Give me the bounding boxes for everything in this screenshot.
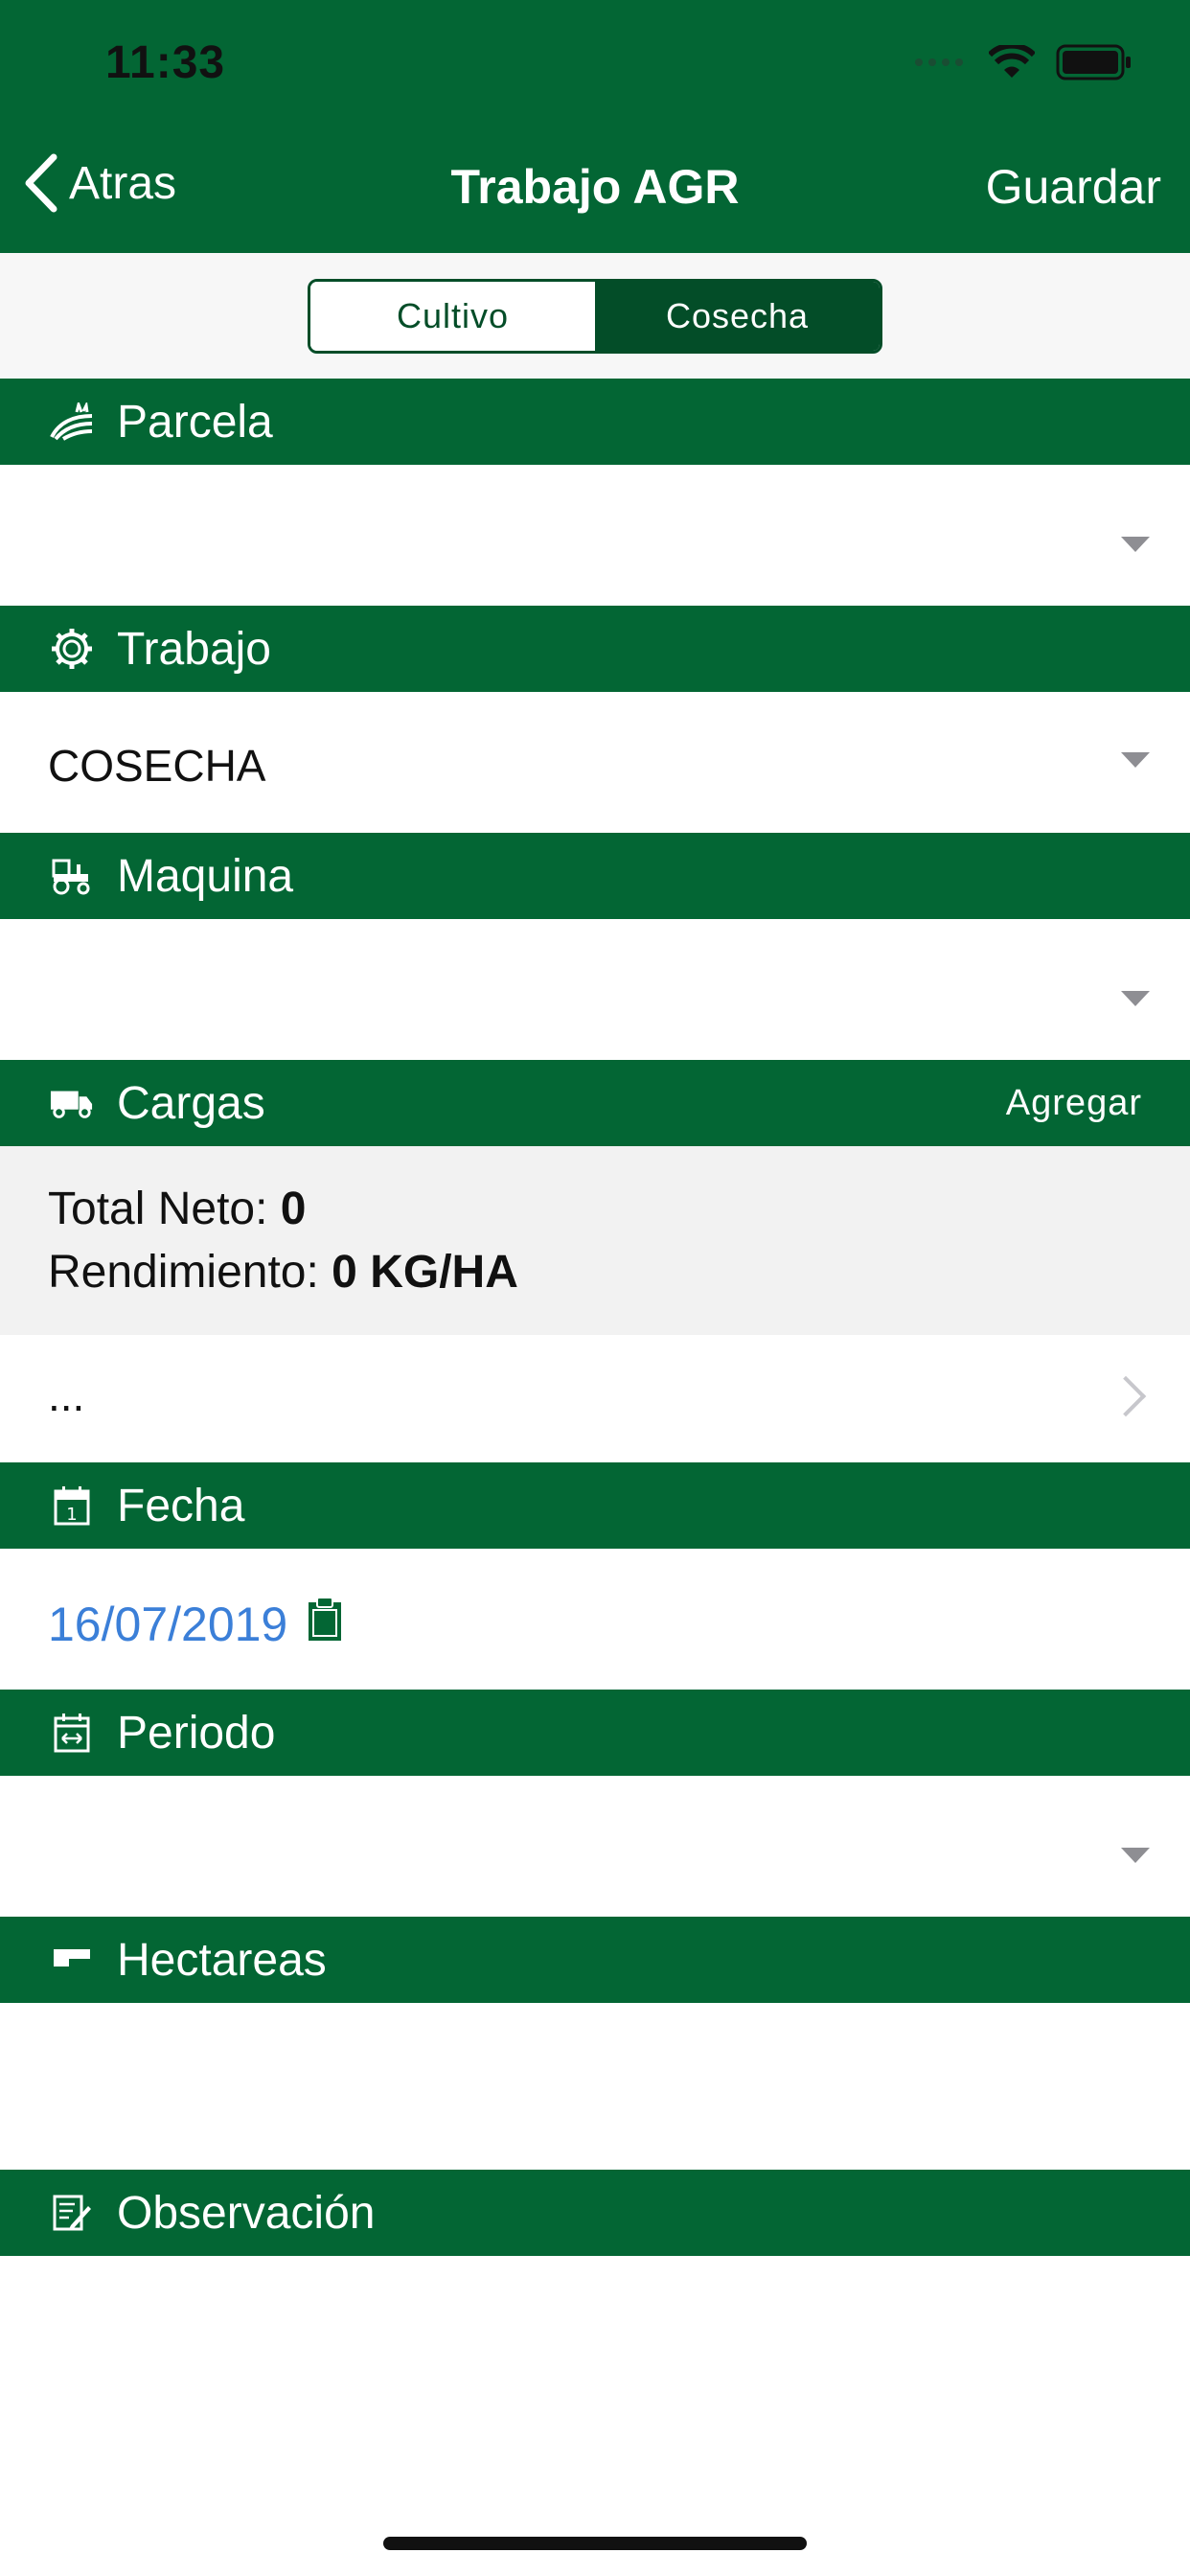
- section-title-cargas: Cargas: [117, 1077, 265, 1129]
- segment-area: Cultivo Cosecha: [0, 253, 1190, 379]
- svg-text:1: 1: [66, 1505, 77, 1525]
- section-title-maquina: Maquina: [117, 850, 294, 902]
- truck-icon: [50, 1083, 94, 1123]
- hectareas-input[interactable]: [0, 2003, 1190, 2170]
- total-neto-value: 0: [280, 1184, 307, 1234]
- section-header-trabajo: Trabajo: [0, 606, 1190, 692]
- observacion-textarea[interactable]: [0, 2256, 1190, 2505]
- notes-icon: [50, 2193, 94, 2233]
- trabajo-value: COSECHA: [48, 741, 266, 791]
- section-header-parcela: Parcela: [0, 379, 1190, 465]
- segment-cultivo[interactable]: Cultivo: [310, 282, 595, 351]
- status-time: 11:33: [105, 37, 226, 88]
- section-title-hectareas: Hectareas: [117, 1934, 327, 1986]
- add-carga-button[interactable]: Agregar: [1006, 1083, 1142, 1124]
- section-header-observacion: Observación: [0, 2170, 1190, 2256]
- tractor-icon: [50, 856, 94, 896]
- rendimiento-value: 0 KG/HA: [332, 1247, 518, 1298]
- cargas-list-item-label: ...: [48, 1370, 85, 1420]
- section-title-periodo: Periodo: [117, 1707, 276, 1759]
- caret-down-icon: [1121, 537, 1150, 552]
- total-neto: Total Neto: 0: [48, 1183, 307, 1235]
- fecha-date: 16/07/2019: [48, 1598, 288, 1651]
- area-icon: [50, 1940, 94, 1980]
- parcela-dropdown[interactable]: [0, 465, 1190, 606]
- caret-down-icon: [1121, 752, 1150, 768]
- home-indicator[interactable]: [383, 2537, 807, 2550]
- periodo-dropdown[interactable]: [0, 1776, 1190, 1917]
- section-header-cargas: Cargas Agregar: [0, 1060, 1190, 1146]
- segmented-control: Cultivo Cosecha: [308, 279, 882, 354]
- section-header-hectareas: Hectareas: [0, 1917, 1190, 2003]
- clipboard-icon[interactable]: [307, 1597, 343, 1643]
- section-header-fecha: 1 Fecha: [0, 1462, 1190, 1549]
- fecha-value[interactable]: 16/07/2019: [48, 1597, 343, 1652]
- maquina-dropdown[interactable]: [0, 919, 1190, 1060]
- total-neto-label: Total Neto:: [48, 1184, 268, 1234]
- section-title-parcela: Parcela: [117, 396, 273, 448]
- wifi-icon: [989, 45, 1035, 78]
- signal-icon: [915, 58, 963, 66]
- section-title-trabajo: Trabajo: [117, 623, 271, 675]
- segment-cosecha[interactable]: Cosecha: [595, 282, 880, 351]
- calendar-range-icon: [50, 1713, 94, 1753]
- field-icon: [50, 402, 94, 442]
- trabajo-dropdown[interactable]: COSECHA: [0, 692, 1190, 833]
- section-header-maquina: Maquina: [0, 833, 1190, 919]
- cargas-list-item[interactable]: ...: [0, 1335, 1190, 1462]
- section-title-observacion: Observación: [117, 2187, 376, 2239]
- rendimiento: Rendimiento: 0 KG/HA: [48, 1246, 518, 1299]
- calendar-icon: 1: [50, 1485, 94, 1526]
- section-title-fecha: Fecha: [117, 1480, 245, 1531]
- rendimiento-label: Rendimiento:: [48, 1247, 319, 1298]
- battery-icon: [1056, 44, 1131, 80]
- caret-down-icon: [1121, 1848, 1150, 1863]
- cargas-totals: Total Neto: 0 Rendimiento: 0 KG/HA: [0, 1146, 1190, 1335]
- top-bar: 11:33 Atras Trabajo AGR Guardar: [0, 0, 1190, 253]
- section-header-periodo: Periodo: [0, 1690, 1190, 1776]
- status-icons: [914, 44, 1133, 80]
- gear-icon: [50, 629, 94, 669]
- caret-down-icon: [1121, 991, 1150, 1006]
- save-button[interactable]: Guardar: [986, 159, 1161, 215]
